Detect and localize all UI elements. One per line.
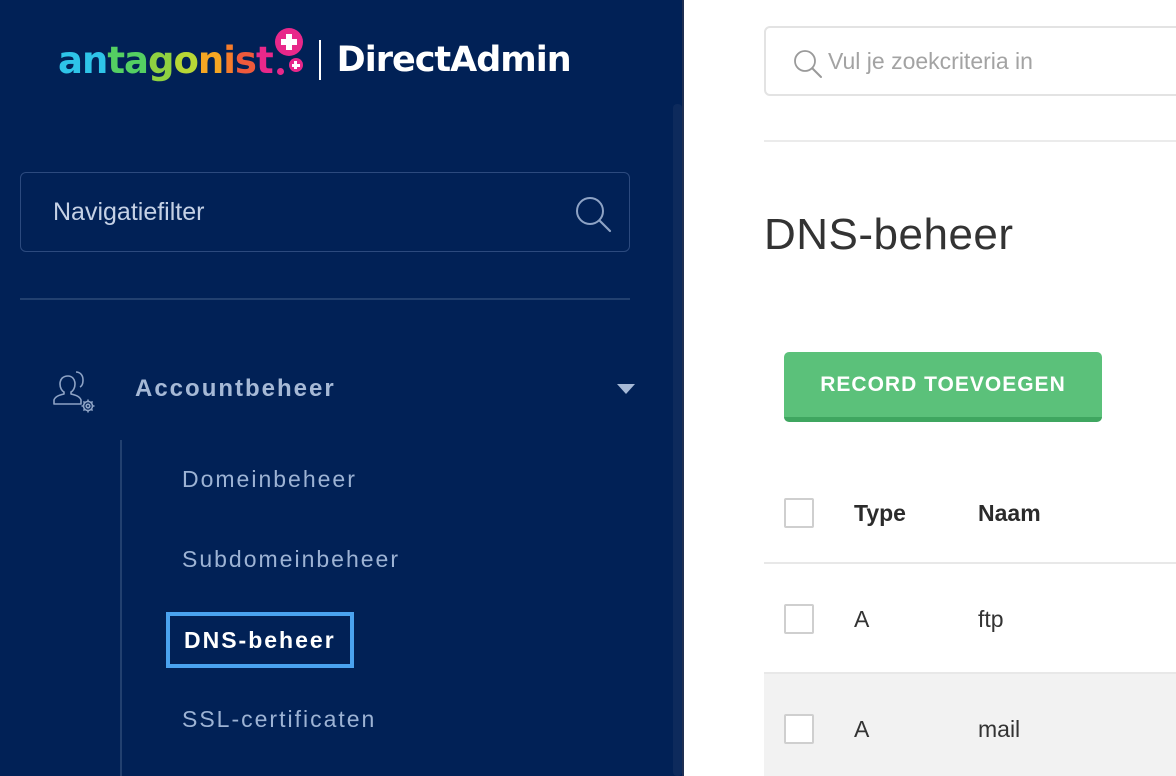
brand-letter: n	[81, 38, 108, 82]
sidebar-tree-line	[120, 440, 122, 776]
column-header-naam[interactable]: Naam	[978, 500, 1041, 527]
logo[interactable]: antagonist DirectAdmin	[58, 28, 572, 92]
page-title: DNS-beheer	[764, 210, 1014, 259]
search-input[interactable]	[828, 28, 1176, 94]
sidebar-section-label: Accountbeheer	[135, 375, 336, 402]
logo-divider	[318, 40, 321, 80]
navigation-filter-input[interactable]	[53, 173, 573, 251]
antagonist-plus-icon	[274, 28, 311, 78]
sidebar-divider	[20, 298, 630, 300]
main-divider	[764, 140, 1176, 142]
select-all-checkbox[interactable]	[784, 498, 814, 528]
sidebar-item-dns-beheer[interactable]: DNS-beheer	[166, 612, 354, 668]
global-search[interactable]	[764, 26, 1176, 96]
record-type: A	[854, 606, 870, 632]
sidebar-item-subdomeinbeheer[interactable]: Subdomeinbeheer	[182, 546, 400, 573]
table-row[interactable]: A ftp	[764, 564, 1176, 674]
add-record-button[interactable]: RECORD TOEVOEGEN	[784, 352, 1102, 422]
brand-letter: a	[58, 38, 83, 82]
brand-letter: i	[223, 38, 236, 82]
record-type: A	[854, 716, 870, 742]
column-header-type[interactable]: Type	[854, 500, 906, 527]
sidebar: antagonist DirectAdmin Accountbeheer	[0, 0, 684, 776]
sidebar-item-ssl-certificaten[interactable]: SSL-certificaten	[182, 706, 376, 733]
users-settings-icon	[53, 371, 95, 413]
record-name: ftp	[978, 606, 1004, 632]
table-row[interactable]: A mail	[764, 674, 1176, 776]
brand-letter: t	[107, 38, 125, 82]
main-content: DNS-beheer RECORD TOEVOEGEN Type Naam A …	[684, 0, 1176, 776]
brand-letter: s	[234, 38, 257, 82]
brand-letter: t	[255, 38, 274, 82]
brand-letter: a	[124, 38, 149, 82]
antagonist-logo: antagonist	[58, 38, 274, 82]
brand-letter: o	[173, 38, 198, 82]
sidebar-item-domeinbeheer[interactable]: Domeinbeheer	[182, 466, 357, 493]
sidebar-section-accountbeheer[interactable]: Accountbeheer	[50, 362, 640, 418]
caret-down-icon[interactable]	[617, 384, 635, 394]
table-header: Type Naam	[764, 470, 1176, 564]
search-icon	[794, 50, 822, 78]
row-checkbox[interactable]	[784, 714, 814, 744]
directadmin-logo-text: DirectAdmin	[336, 40, 572, 80]
search-icon[interactable]	[574, 195, 612, 233]
brand-letter: n	[197, 38, 224, 82]
brand-letter: g	[147, 38, 174, 82]
navigation-filter[interactable]	[20, 172, 630, 252]
row-checkbox[interactable]	[784, 604, 814, 634]
record-name: mail	[978, 716, 1021, 742]
sidebar-scrollbar[interactable]	[673, 104, 682, 776]
